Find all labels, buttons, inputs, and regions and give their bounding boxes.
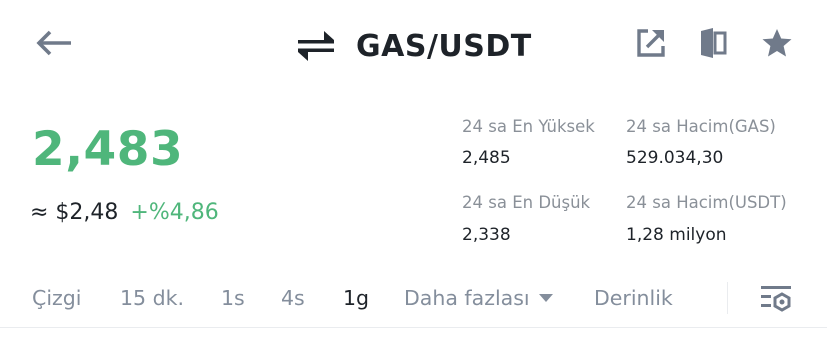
low-label: 24 sa En Düşük: [462, 193, 591, 212]
high-value: 2,485: [462, 148, 511, 168]
share-button[interactable]: [634, 28, 668, 62]
tab-1h[interactable]: 1s: [221, 286, 245, 310]
tab-more-label: Daha fazlası: [404, 286, 530, 310]
volume-base-value: 529.034,30: [626, 148, 724, 168]
divider: [0, 327, 827, 328]
tab-15m[interactable]: 15 dk.: [120, 286, 184, 310]
tab-line[interactable]: Çizgi: [32, 286, 81, 310]
tab-more[interactable]: Daha fazlası: [404, 286, 554, 310]
chart-settings-button[interactable]: [756, 284, 796, 318]
price-change-percent: +%4,86: [130, 199, 219, 225]
price-sub-line: ≈ $2,48 +%4,86: [30, 197, 219, 227]
external-link-icon: [636, 28, 666, 62]
chart-settings-icon: [759, 283, 793, 319]
tab-1d[interactable]: 1g: [343, 286, 369, 310]
back-button[interactable]: [34, 28, 74, 62]
split-view-icon: [698, 27, 728, 63]
tab-divider: [727, 282, 728, 314]
last-price: 2,483: [32, 122, 184, 177]
layout-button[interactable]: [696, 28, 730, 62]
interval-tabs: Çizgi 15 dk. 1s 4s 1g Daha fazlası Derin…: [0, 280, 827, 322]
high-label: 24 sa En Yüksek: [462, 117, 595, 136]
star-icon: [761, 28, 793, 62]
usd-price: ≈ $2,48: [30, 199, 119, 225]
tab-4h[interactable]: 4s: [281, 286, 305, 310]
low-value: 2,338: [462, 225, 511, 245]
volume-quote-value: 1,28 milyon: [626, 225, 727, 245]
arrow-left-icon: [36, 29, 72, 61]
top-bar: GAS/USDT: [0, 0, 827, 92]
tab-depth[interactable]: Derinlik: [594, 286, 673, 310]
pair-selector[interactable]: GAS/USDT: [296, 26, 532, 66]
caret-down-icon: [538, 293, 554, 303]
pair-title: GAS/USDT: [356, 28, 532, 64]
swap-arrows-icon: [296, 27, 336, 65]
volume-quote-label: 24 sa Hacim(USDT): [626, 193, 787, 212]
volume-base-label: 24 sa Hacim(GAS): [626, 117, 776, 136]
favorite-button[interactable]: [760, 28, 794, 62]
